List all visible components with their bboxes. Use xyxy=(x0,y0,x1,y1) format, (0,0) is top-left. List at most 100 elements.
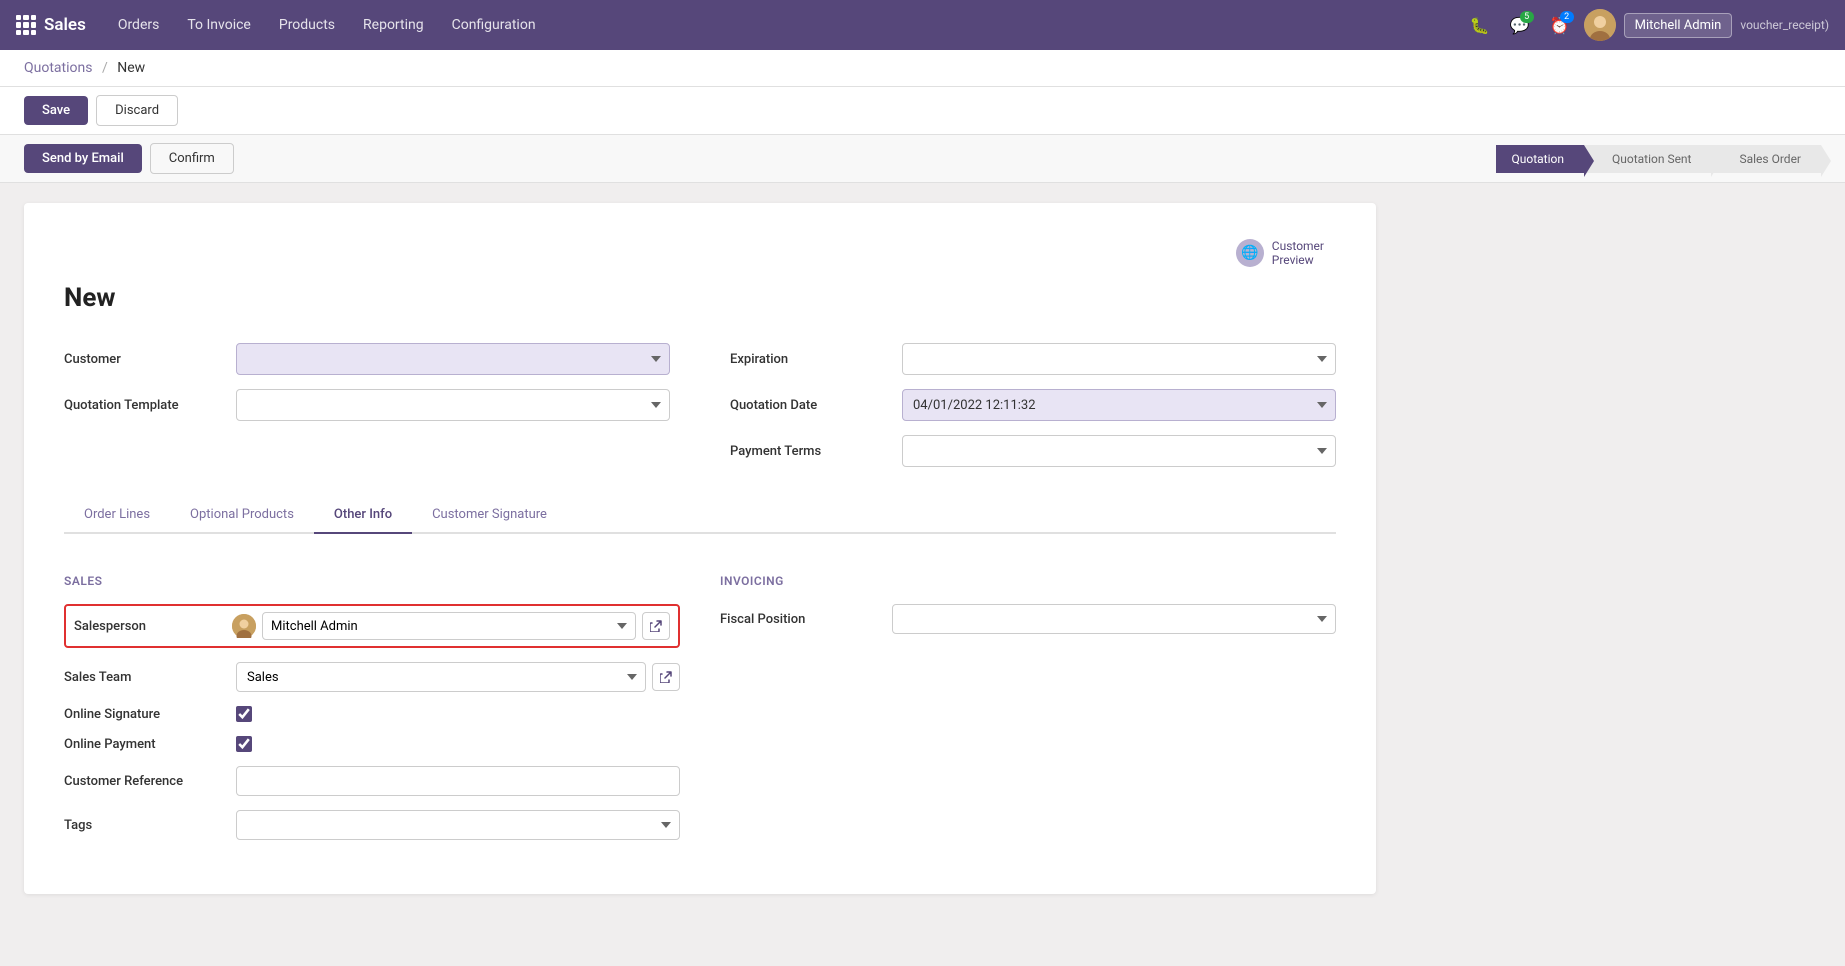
nav-reporting[interactable]: Reporting xyxy=(351,11,436,39)
salesperson-avatar xyxy=(232,614,256,638)
form-left-col: Customer Quotation Template xyxy=(64,343,670,467)
activity-badge: 2 xyxy=(1560,11,1574,23)
status-quotation[interactable]: Quotation xyxy=(1496,145,1584,173)
brand-name[interactable]: Sales xyxy=(44,15,86,35)
messages-badge: 5 xyxy=(1520,11,1534,23)
tags-select[interactable] xyxy=(236,810,680,840)
nav-products[interactable]: Products xyxy=(267,11,347,39)
tabs: Order Lines Optional Products Other Info… xyxy=(64,497,1336,534)
breadcrumb-separator: / xyxy=(102,60,108,76)
tab-customer-signature[interactable]: Customer Signature xyxy=(412,497,567,534)
action-left: Send by Email Confirm xyxy=(24,143,234,174)
expiration-select[interactable] xyxy=(902,343,1336,375)
quotation-template-label: Quotation Template xyxy=(64,398,224,413)
sales-team-label: Sales Team xyxy=(64,670,224,685)
quotation-date-field-group: Quotation Date 04/01/2022 12:11:32 xyxy=(730,389,1336,421)
nav-to-invoice[interactable]: To Invoice xyxy=(175,11,263,39)
customer-field-group: Customer xyxy=(64,343,670,375)
fiscal-position-label: Fiscal Position xyxy=(720,612,880,627)
customer-preview-button[interactable]: 🌐 Customer Preview xyxy=(1224,233,1336,273)
breadcrumb: Quotations / New xyxy=(24,60,1821,76)
sales-section: Sales Salesperson xyxy=(64,574,680,854)
invoicing-section: Invoicing Fiscal Position xyxy=(720,574,1336,854)
fiscal-position-select[interactable] xyxy=(892,604,1336,634)
activity-icon-button[interactable]: ⏰ 2 xyxy=(1544,9,1576,41)
salesperson-field-group: Salesperson Mitchell Admin xyxy=(64,604,680,648)
quotation-template-field-group: Quotation Template xyxy=(64,389,670,421)
nav-items: Orders To Invoice Products Reporting Con… xyxy=(106,11,1456,39)
confirm-button[interactable]: Confirm xyxy=(150,143,234,174)
payment-terms-label: Payment Terms xyxy=(730,444,890,459)
payment-terms-field-group: Payment Terms xyxy=(730,435,1336,467)
nav-right: 🐛 💬 5 ⏰ 2 Mitchell Admin voucher_receipt… xyxy=(1464,9,1829,41)
bug-icon-button[interactable]: 🐛 xyxy=(1464,9,1496,41)
salesperson-label: Salesperson xyxy=(74,619,224,634)
payment-terms-select[interactable] xyxy=(902,435,1336,467)
page-header: Quotations / New xyxy=(0,50,1845,87)
form-fields-grid: Customer Quotation Template Expiration xyxy=(64,343,1336,467)
customer-reference-value xyxy=(236,766,680,796)
top-nav: Sales Orders To Invoice Products Reporti… xyxy=(0,0,1845,50)
fiscal-position-value xyxy=(892,604,1336,634)
customer-preview-area: 🌐 Customer Preview xyxy=(64,233,1336,273)
sales-team-external-link-button[interactable] xyxy=(652,663,680,691)
toolbar: Save Discard xyxy=(0,87,1845,135)
sales-section-label: Sales xyxy=(64,574,680,588)
apps-grid-icon[interactable] xyxy=(16,15,36,35)
sales-team-select[interactable]: Sales xyxy=(236,662,646,692)
user-suffix: voucher_receipt) xyxy=(1740,18,1829,32)
main-content: 🌐 Customer Preview New Customer Quotatio… xyxy=(0,183,1400,914)
tags-value xyxy=(236,810,680,840)
quotation-date-select[interactable]: 04/01/2022 12:11:32 xyxy=(902,389,1336,421)
customer-reference-field-group: Customer Reference xyxy=(64,766,680,796)
user-name-button[interactable]: Mitchell Admin xyxy=(1624,13,1733,38)
quotation-template-select[interactable] xyxy=(236,389,670,421)
breadcrumb-parent[interactable]: Quotations xyxy=(24,60,92,76)
expiration-field-group: Expiration xyxy=(730,343,1336,375)
online-payment-value xyxy=(236,736,680,752)
tab-content-other-info: Sales Salesperson xyxy=(64,564,1336,864)
online-signature-checkbox[interactable] xyxy=(236,706,252,722)
customer-select[interactable] xyxy=(236,343,670,375)
customer-reference-label: Customer Reference xyxy=(64,774,224,789)
nav-orders[interactable]: Orders xyxy=(106,11,172,39)
quotation-date-label: Quotation Date xyxy=(730,398,890,413)
user-avatar[interactable] xyxy=(1584,9,1616,41)
customer-reference-input[interactable] xyxy=(236,766,680,796)
sales-team-field-value: Sales xyxy=(236,662,680,692)
tags-field-group: Tags xyxy=(64,810,680,840)
save-button[interactable]: Save xyxy=(24,96,88,125)
nav-configuration[interactable]: Configuration xyxy=(440,11,548,39)
expiration-label: Expiration xyxy=(730,352,890,367)
form-right-col: Expiration Quotation Date 04/01/2022 12:… xyxy=(730,343,1336,467)
send-email-button[interactable]: Send by Email xyxy=(24,144,142,173)
globe-icon: 🌐 xyxy=(1236,239,1264,267)
customer-preview-label: Customer Preview xyxy=(1272,239,1324,267)
salesperson-external-link-button[interactable] xyxy=(642,612,670,640)
online-signature-label: Online Signature xyxy=(64,707,224,722)
online-payment-label: Online Payment xyxy=(64,737,224,752)
online-signature-value xyxy=(236,706,680,722)
sales-team-field-group: Sales Team Sales xyxy=(64,662,680,692)
online-payment-field-group: Online Payment xyxy=(64,736,680,752)
status-quotation-sent[interactable]: Quotation Sent xyxy=(1584,145,1712,173)
online-signature-field-group: Online Signature xyxy=(64,706,680,722)
tags-label: Tags xyxy=(64,818,224,833)
tab-order-lines[interactable]: Order Lines xyxy=(64,497,170,534)
discard-button[interactable]: Discard xyxy=(96,95,178,126)
nav-logo[interactable]: Sales xyxy=(16,15,86,35)
salesperson-select[interactable]: Mitchell Admin xyxy=(262,612,636,640)
invoicing-section-label: Invoicing xyxy=(720,574,1336,588)
status-pipeline: Quotation Quotation Sent Sales Order xyxy=(1496,145,1822,173)
tab-other-info[interactable]: Other Info xyxy=(314,497,412,534)
status-sales-order[interactable]: Sales Order xyxy=(1711,145,1821,173)
form-title: New xyxy=(64,283,1336,313)
customer-label: Customer xyxy=(64,352,224,367)
tab-optional-products[interactable]: Optional Products xyxy=(170,497,314,534)
messages-icon-button[interactable]: 💬 5 xyxy=(1504,9,1536,41)
action-bar: Send by Email Confirm Quotation Quotatio… xyxy=(0,135,1845,183)
breadcrumb-current: New xyxy=(117,60,145,76)
form-card: 🌐 Customer Preview New Customer Quotatio… xyxy=(24,203,1376,894)
online-payment-checkbox[interactable] xyxy=(236,736,252,752)
salesperson-select-wrap: Mitchell Admin xyxy=(232,612,670,640)
